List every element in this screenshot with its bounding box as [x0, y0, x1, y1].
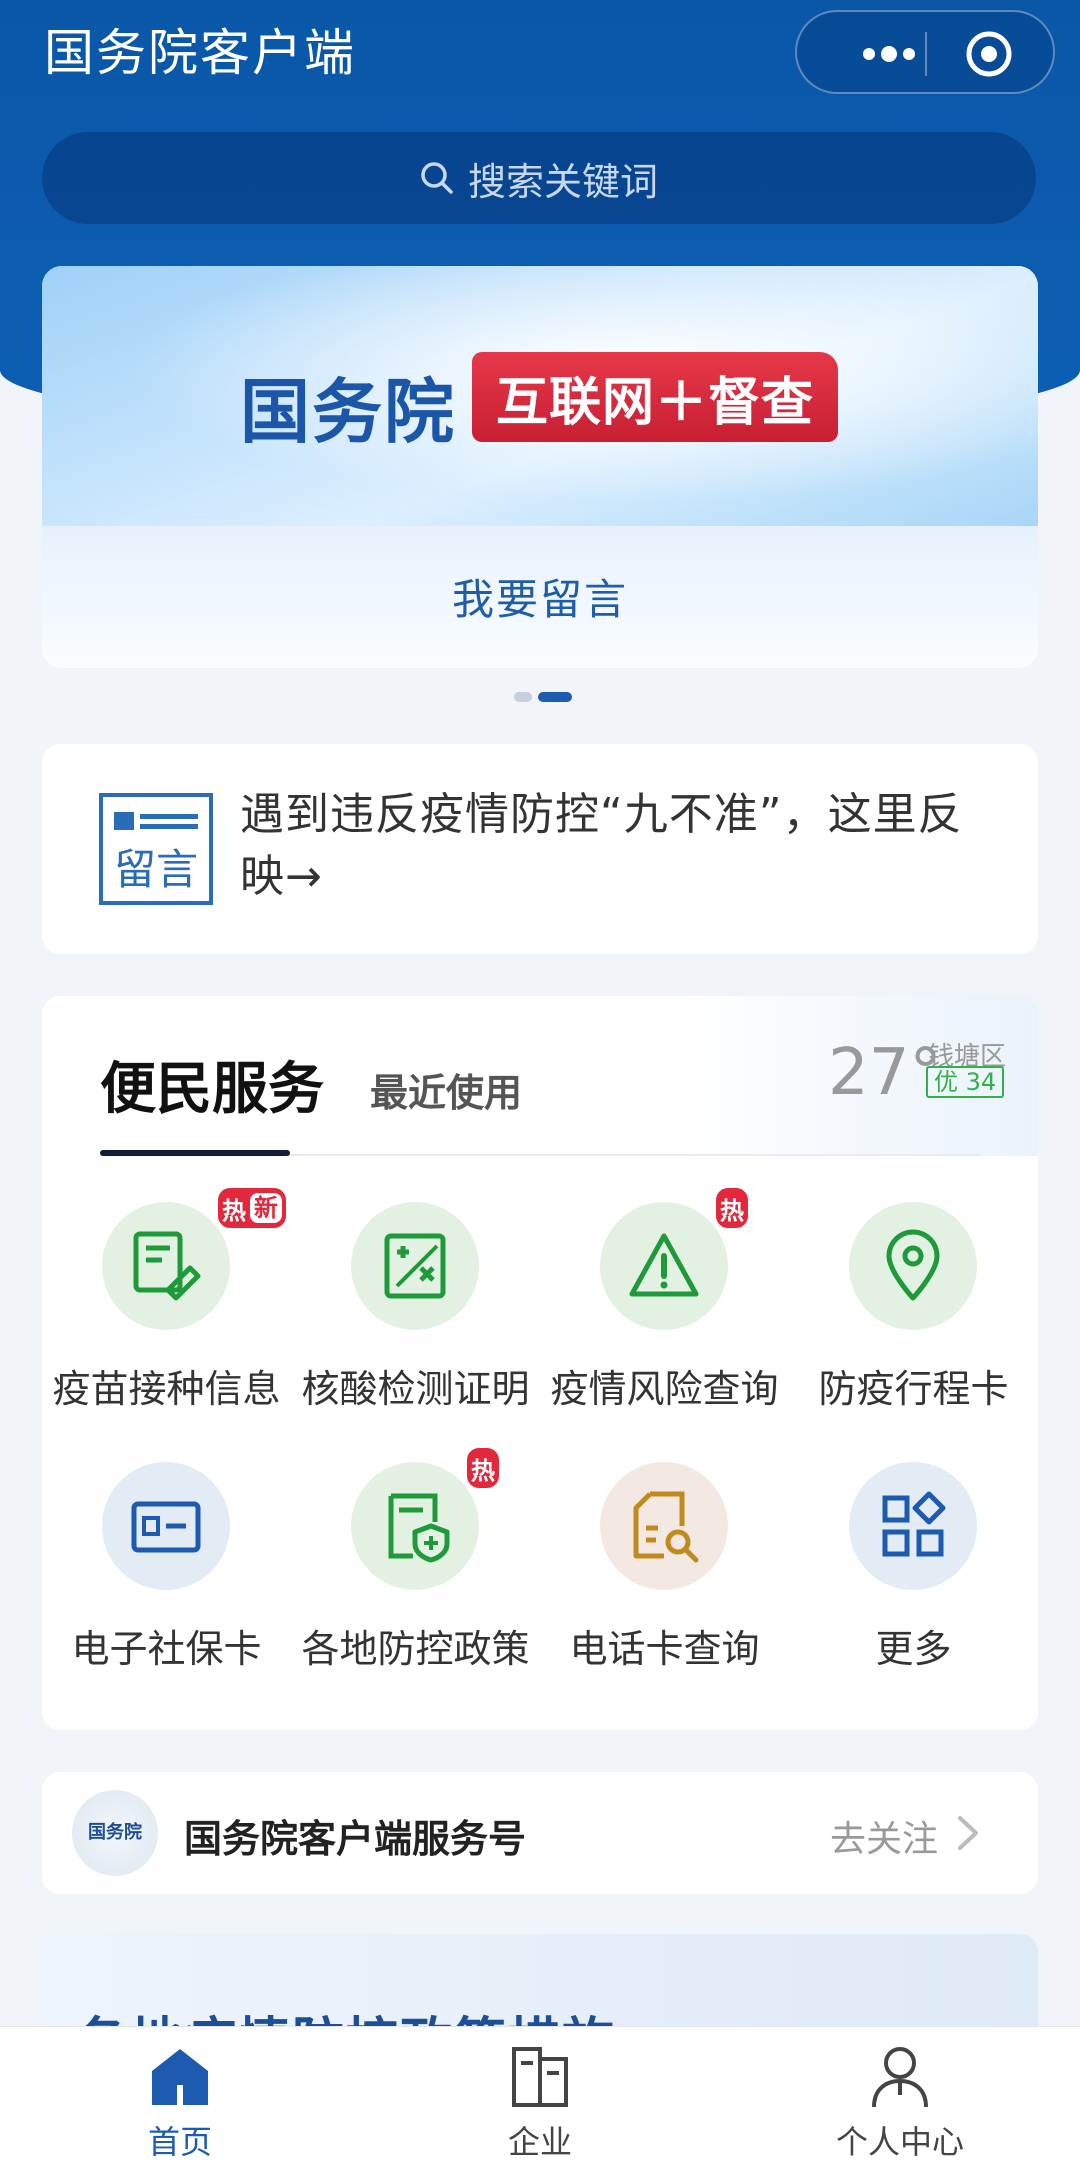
follow-button[interactable]: 去关注 [830, 1810, 938, 1862]
service-nucleic-test-certificate[interactable]: 核酸检测证明 [291, 1202, 540, 1411]
search-bar[interactable]: 搜索关键词 [42, 132, 1036, 224]
tab-label: 个人中心 [835, 2123, 964, 2161]
service-label: 电话卡查询 [569, 1627, 760, 1671]
tab-label: 首页 [147, 2123, 212, 2161]
official-account-logo: 国务院 [72, 1790, 158, 1876]
service-vaccine-info[interactable]: 热 新 疫苗接种信息 [42, 1188, 291, 1411]
vaccine-icon [133, 1231, 201, 1301]
id-card-icon [131, 1501, 201, 1553]
notice-text: 遇到违反疫情防控“九不准”，这里反映→ [240, 789, 963, 902]
service-phone-card-query[interactable]: 电话卡查询 [540, 1462, 789, 1671]
hot-badge-text: 热 [471, 1456, 495, 1485]
hot-new-badge: 热 新 [218, 1188, 286, 1228]
capsule-divider [925, 32, 927, 76]
home-icon [152, 2049, 208, 2105]
services-card: 便民服务 最近使用 27° 钱塘区 优 34 热 新 疫苗接种信息 核酸检测证明… [42, 996, 1038, 1730]
search-icon [421, 162, 453, 194]
service-label: 疫情风险查询 [550, 1367, 779, 1411]
chevron-right-icon [958, 1816, 978, 1850]
service-more[interactable]: 更多 [789, 1462, 1038, 1671]
hot-badge: 热 [716, 1188, 748, 1228]
service-epidemic-risk-query[interactable]: 热 疫情风险查询 [540, 1188, 789, 1411]
message-board-icon: 留言 [99, 793, 213, 905]
banner-brand: 国务院 [240, 371, 456, 453]
service-label: 防疫行程卡 [818, 1367, 1009, 1411]
service-local-policies[interactable]: 热 各地防控政策 [291, 1448, 540, 1671]
hot-badge-text: 热 [222, 1196, 246, 1225]
official-account-name: 国务院客户端服务号 [184, 1817, 527, 1861]
warning-icon [629, 1233, 699, 1297]
tab-personal-center[interactable]: 个人中心 [800, 2045, 1000, 2163]
banner-tag: 互联网＋督查 [472, 352, 838, 442]
tab-recently-used[interactable]: 最近使用 [370, 1062, 522, 1117]
weather-temperature: 27° [828, 1036, 942, 1110]
leave-message-button[interactable]: 我要留言 [42, 566, 1038, 627]
app-title: 国务院客户端 [44, 24, 356, 82]
user-icon [872, 2047, 928, 2108]
tab-label: 企业 [507, 2123, 572, 2161]
service-social-security-card[interactable]: 电子社保卡 [42, 1462, 291, 1671]
tab-home[interactable]: 首页 [80, 2045, 280, 2163]
building-icon [512, 2047, 568, 2107]
hot-badge: 热 [467, 1448, 499, 1488]
tab-convenience-services[interactable]: 便民服务 [100, 1044, 324, 1125]
service-label: 电子社保卡 [71, 1627, 262, 1671]
service-travel-card[interactable]: 防疫行程卡 [789, 1202, 1038, 1411]
shield-document-icon [388, 1493, 450, 1563]
policy-section-preview[interactable]: 各地疫情防控政策措施 [42, 1934, 1038, 2034]
location-pin-icon [886, 1229, 940, 1301]
test-certificate-icon [384, 1233, 446, 1299]
service-icon-circle [600, 1462, 728, 1590]
hot-badge-text: 热 [720, 1196, 744, 1225]
bottom-tab-bar: 首页 企业 个人中心 [0, 2026, 1080, 2183]
official-logo-text: 国务院 [88, 1822, 142, 1843]
search-placeholder: 搜索关键词 [467, 159, 658, 204]
official-account-card[interactable]: 国务院 国务院客户端服务号 去关注 [42, 1772, 1038, 1894]
tab-enterprise[interactable]: 企业 [440, 2045, 640, 2163]
service-icon-circle [849, 1202, 977, 1330]
service-label: 核酸检测证明 [301, 1367, 530, 1411]
service-icon-circle [600, 1202, 728, 1330]
carousel-dot [514, 692, 532, 702]
miniprogram-capsule [795, 10, 1055, 94]
grid-more-icon [882, 1491, 946, 1557]
close-miniprogram-icon[interactable] [965, 30, 1013, 78]
service-label: 各地防控政策 [301, 1627, 530, 1671]
service-label: 更多 [875, 1627, 952, 1671]
service-icon-circle [351, 1202, 479, 1330]
sim-card-search-icon [633, 1491, 699, 1563]
new-badge-text: 新 [250, 1193, 282, 1223]
notice-card[interactable]: 留言 遇到违反疫情防控“九不准”，这里反映→ [42, 744, 1038, 954]
service-icon-circle [351, 1462, 479, 1590]
banner-carousel[interactable]: 国务院 互联网＋督查 我要留言 [42, 266, 1038, 668]
service-icon-circle [102, 1202, 230, 1330]
air-quality-badge: 优 34 [926, 1066, 1005, 1098]
carousel-dot-active [538, 692, 572, 702]
service-icon-circle [849, 1462, 977, 1590]
more-options-icon[interactable] [837, 32, 927, 76]
service-icon-circle [102, 1462, 230, 1590]
active-tab-underline [100, 1150, 290, 1156]
notice-icon-text: 留言 [114, 845, 198, 894]
service-label: 疫苗接种信息 [52, 1367, 281, 1411]
